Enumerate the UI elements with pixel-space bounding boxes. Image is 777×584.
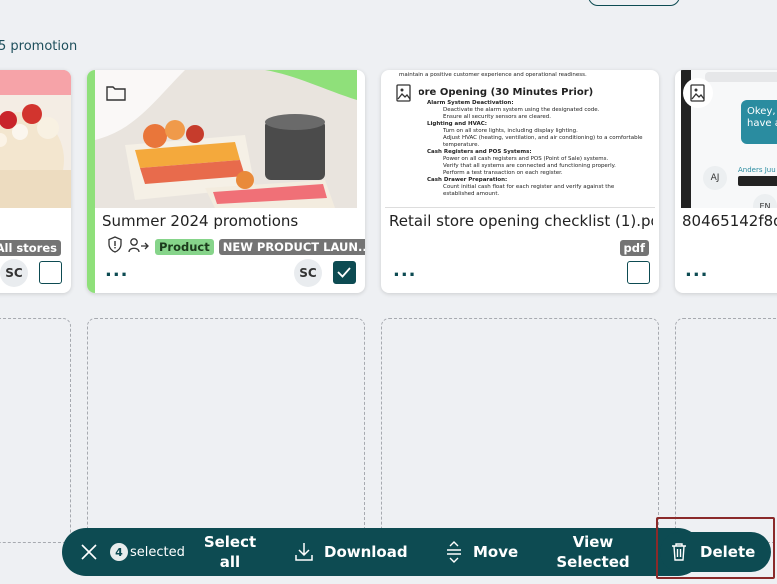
tag-product: Product (155, 238, 214, 255)
share-user-icon (128, 237, 150, 257)
doc-item: Ensure all security sensors are cleared. (443, 114, 552, 120)
delete-button[interactable]: Delete (660, 532, 771, 572)
clear-selection-button[interactable] (80, 528, 98, 576)
view-selected-button[interactable]: View Selected (550, 528, 636, 576)
download-button[interactable]: Download (294, 528, 408, 576)
chat-bubble: Okey, I have a (741, 100, 777, 144)
chat-avatar: AJ (703, 166, 727, 190)
tag-pdf: pdf (619, 240, 649, 256)
card-cake[interactable]: All stores SC (0, 70, 71, 293)
trash-icon (672, 543, 686, 561)
chat-reply-avatar: EN (753, 194, 777, 208)
doc-section-title: Alarm System Deactivation: (427, 100, 514, 106)
card-checkbox[interactable] (627, 261, 650, 284)
image-file-icon (683, 78, 713, 108)
doc-item: Perform a test transaction on each regis… (443, 170, 563, 176)
card-title[interactable]: Retail store opening checklist (1).pdf (389, 212, 653, 230)
selected-label: selected (130, 544, 185, 560)
selected-count: 4 selected (110, 528, 185, 576)
image-file-icon (389, 78, 419, 108)
document-preview: maintain a positive customer experience … (389, 70, 651, 208)
folder-icon (101, 78, 131, 108)
move-label: Move (473, 543, 519, 561)
dessert-image (95, 70, 357, 208)
empty-slot (675, 318, 777, 543)
card-checkbox[interactable] (39, 261, 62, 284)
divider (385, 207, 655, 208)
doc-section-title: Cash Registers and POS Systems: (427, 149, 532, 155)
card-retail-checklist[interactable]: maintain a positive customer experience … (381, 70, 659, 293)
selected-count-badge: 4 (110, 543, 128, 561)
download-label: Download (324, 543, 408, 561)
top-pill-button[interactable] (588, 0, 680, 6)
card-chat-screenshot[interactable]: Okey, I have a AJ Anders Juu EN 80465142… (675, 70, 777, 293)
view-selected-label: View Selected (556, 533, 630, 571)
card-title[interactable]: Summer 2024 promotions (102, 212, 352, 230)
doc-item: Count initial cash float for each regist… (443, 184, 615, 197)
doc-intro: maintain a positive customer experience … (399, 72, 587, 78)
breadcrumb[interactable]: 5 promotion (0, 39, 77, 54)
doc-item: Power on all cash registers and POS (Poi… (443, 156, 609, 162)
card-thumbnail (0, 70, 71, 208)
card-thumbnail (95, 70, 357, 208)
download-icon (295, 543, 313, 561)
move-icon (447, 541, 461, 563)
doc-item: Adjust HVAC (heating, ventilation, and a… (443, 135, 643, 148)
card-summer-promotions[interactable]: Summer 2024 promotions Product NEW PRODU… (87, 70, 365, 293)
card-title[interactable]: 80465142f8d (682, 212, 777, 230)
chat-bubble-gray (705, 72, 777, 82)
tag-new-product-launch: NEW PRODUCT LAUN... (218, 238, 365, 255)
close-icon (81, 544, 97, 560)
checkmark-icon (337, 267, 351, 278)
avatar: SC (0, 259, 28, 287)
select-all-label: Select all (203, 533, 257, 571)
doc-heading: Before Opening (30 Minutes Prior) (399, 87, 594, 98)
doc-section-title: Cash Drawer Preparation: (427, 177, 508, 183)
more-options-button[interactable]: ... (393, 262, 417, 280)
card-checkbox[interactable] (333, 261, 356, 284)
shield-icon (107, 236, 123, 257)
chat-sender-name: Anders Juu (738, 166, 776, 174)
move-button[interactable]: Move (445, 528, 518, 576)
more-options-button[interactable]: ... (685, 262, 709, 280)
card-accent-bar (87, 70, 95, 293)
doc-item: Verify that all systems are connected an… (443, 163, 616, 169)
empty-slot (381, 318, 659, 543)
avatar: SC (294, 259, 322, 287)
tag-all-stores: All stores (0, 240, 61, 256)
cake-image (0, 70, 71, 208)
doc-section-title: Lighting and HVAC: (427, 121, 487, 127)
more-options-button[interactable]: ... (105, 262, 129, 280)
selection-toolbar: 4 selected Select all Download Move View… (62, 528, 702, 576)
chat-attachment (738, 176, 777, 186)
empty-slot (87, 318, 365, 543)
select-all-button[interactable]: Select all (200, 528, 260, 576)
doc-item: Deactivate the alarm system using the de… (443, 107, 600, 113)
empty-slot (0, 318, 71, 543)
doc-item: Turn on all store lights, including disp… (443, 128, 578, 134)
chat-bubble-text: Okey, I have a (747, 106, 777, 129)
delete-label: Delete (700, 543, 756, 561)
